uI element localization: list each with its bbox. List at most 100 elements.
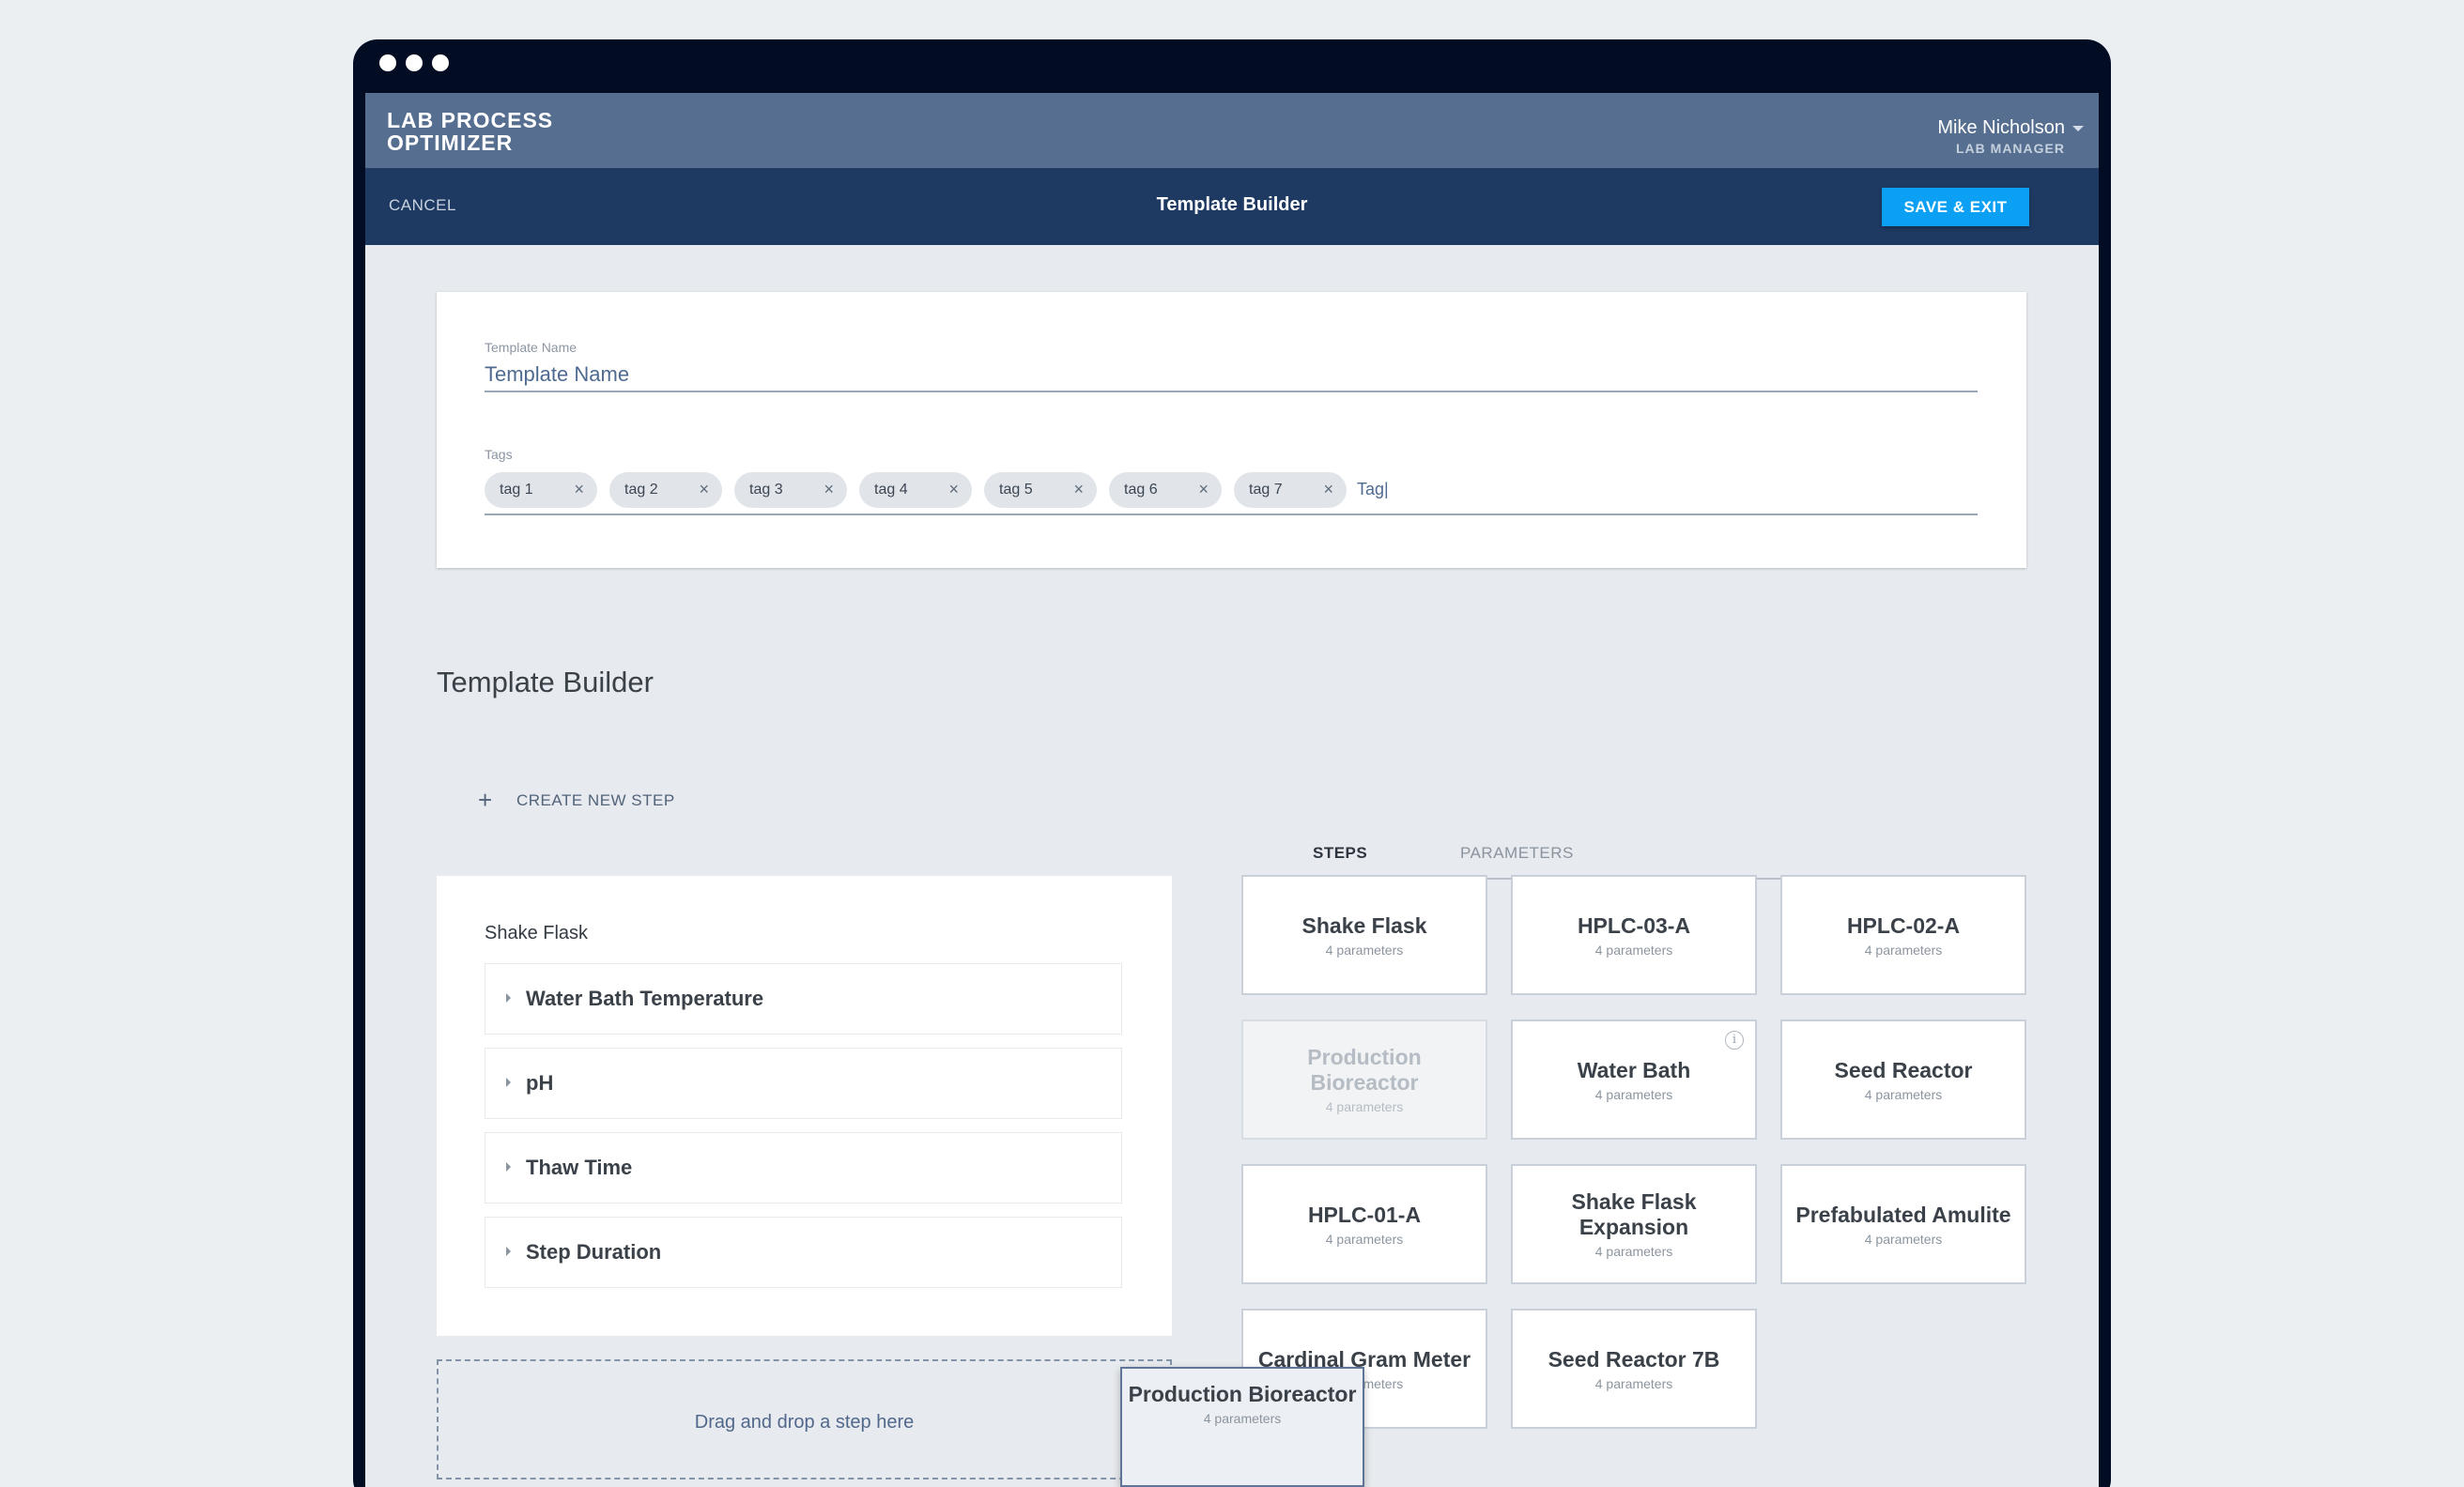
top-bar: LAB PROCESS OPTIMIZER Mike Nicholson LAB… bbox=[365, 93, 2099, 168]
tag-label: tag 7 bbox=[1249, 482, 1283, 498]
library-tabs: STEPS PARAMETERS bbox=[1241, 823, 2026, 880]
tag-label: tag 3 bbox=[749, 482, 783, 498]
card-title: Production Bioreactor bbox=[1307, 1045, 1422, 1095]
library-step-card[interactable]: Seed Reactor 4 parameters bbox=[1780, 1019, 2026, 1140]
card-subtitle: 4 parameters bbox=[1864, 943, 1943, 958]
parameter-row[interactable]: Water Bath Temperature bbox=[485, 963, 1122, 1035]
app-logo[interactable]: LAB PROCESS OPTIMIZER bbox=[387, 109, 553, 154]
card-title: HPLC-01-A bbox=[1307, 1203, 1422, 1227]
close-icon[interactable]: × bbox=[948, 480, 959, 499]
user-name: Mike Nicholson bbox=[1937, 117, 2065, 138]
tags-label: Tags bbox=[485, 447, 513, 462]
card-title: Shake Flask Expansion bbox=[1571, 1189, 1697, 1239]
chevron-down-icon[interactable] bbox=[2072, 126, 2084, 131]
tag-label: tag 4 bbox=[874, 482, 908, 498]
step-title: Shake Flask bbox=[485, 923, 589, 943]
tag-label: tag 5 bbox=[999, 482, 1033, 498]
caret-right-icon bbox=[506, 1078, 511, 1087]
parameter-label: Thaw Time bbox=[526, 1156, 633, 1179]
template-name-label: Template Name bbox=[485, 340, 578, 355]
close-icon[interactable]: × bbox=[574, 480, 584, 499]
card-title: Shake Flask bbox=[1301, 913, 1427, 938]
tag-chip[interactable]: tag 6 × bbox=[1109, 472, 1222, 508]
library-step-card[interactable]: Shake Flask 4 parameters bbox=[1241, 875, 1487, 995]
card-subtitle: 4 parameters bbox=[1864, 1232, 1943, 1247]
close-icon[interactable]: × bbox=[824, 480, 834, 499]
card-subtitle: 4 parameters bbox=[1325, 1232, 1404, 1247]
card-subtitle: 4 parameters bbox=[1594, 1376, 1673, 1391]
library-step-card[interactable]: Water Bath 4 parameters i bbox=[1511, 1019, 1757, 1140]
card-subtitle: 4 parameters bbox=[1594, 1244, 1673, 1259]
card-subtitle: 4 parameters bbox=[1325, 1099, 1404, 1114]
card-subtitle: 4 parameters bbox=[1594, 1087, 1673, 1102]
info-icon[interactable]: i bbox=[1725, 1031, 1744, 1050]
app-root: LAB PROCESS OPTIMIZER Mike Nicholson LAB… bbox=[365, 93, 2099, 1487]
dragged-step-card[interactable]: Production Bioreactor 4 parameters bbox=[1120, 1367, 1364, 1487]
card-subtitle: 4 parameters bbox=[1325, 943, 1404, 958]
tag-chip[interactable]: tag 4 × bbox=[859, 472, 972, 508]
tab-parameters[interactable]: PARAMETERS bbox=[1460, 844, 1574, 863]
tag-label: tag 1 bbox=[500, 482, 533, 498]
card-title: HPLC-03-A bbox=[1577, 913, 1691, 938]
tag-input[interactable] bbox=[1357, 480, 1545, 499]
window-dot-icon[interactable] bbox=[432, 54, 449, 71]
page-title: Template Builder bbox=[1156, 194, 1308, 215]
parameter-label: Water Bath Temperature bbox=[526, 987, 764, 1010]
toolbar: CANCEL Template Builder SAVE & EXIT bbox=[365, 168, 2099, 245]
tag-chip[interactable]: tag 3 × bbox=[734, 472, 847, 508]
close-icon[interactable]: × bbox=[699, 480, 709, 499]
dragged-card-subtitle: 4 parameters bbox=[1203, 1411, 1282, 1426]
user-menu[interactable]: Mike Nicholson LAB MANAGER bbox=[1937, 117, 2084, 156]
library-step-card[interactable]: Prefabulated Amulite 4 parameters bbox=[1780, 1164, 2026, 1284]
card-title: Seed Reactor bbox=[1834, 1058, 1973, 1082]
template-name-input[interactable] bbox=[485, 359, 1978, 392]
builder-title: Template Builder bbox=[437, 666, 654, 698]
template-form: Template Name Tags tag 1×tag 2×tag 3×tag… bbox=[437, 292, 2026, 568]
parameter-row[interactable]: Thaw Time bbox=[485, 1132, 1122, 1203]
library-step-card[interactable]: Seed Reactor 7B 4 parameters bbox=[1511, 1309, 1757, 1429]
caret-right-icon bbox=[506, 993, 511, 1003]
dragged-card-title: Production Bioreactor bbox=[1128, 1382, 1357, 1406]
close-icon[interactable]: × bbox=[1323, 480, 1333, 499]
user-role: LAB MANAGER bbox=[1956, 141, 2065, 156]
save-exit-button[interactable]: SAVE & EXIT bbox=[1882, 188, 2029, 226]
window-dot-icon[interactable] bbox=[406, 54, 423, 71]
parameter-row[interactable]: pH bbox=[485, 1048, 1122, 1119]
close-icon[interactable]: × bbox=[1073, 480, 1084, 499]
tag-chip[interactable]: tag 2 × bbox=[609, 472, 722, 508]
tags-field[interactable]: tag 1 × tag 2 × tag 3 × tag 4 × tag 5 × tag 6 × tag … bbox=[485, 472, 1978, 515]
window-dot-icon[interactable] bbox=[379, 54, 396, 71]
tag-chip[interactable]: tag 7 × bbox=[1234, 472, 1347, 508]
parameter-label: Step Duration bbox=[526, 1240, 662, 1264]
card-subtitle: 4 parameters bbox=[1594, 943, 1673, 958]
parameter-label: pH bbox=[526, 1071, 554, 1095]
logo-line2: OPTIMIZER bbox=[387, 130, 514, 155]
caret-right-icon bbox=[506, 1247, 511, 1256]
dropzone-text: Drag and drop a step here bbox=[694, 1412, 915, 1433]
library-step-card[interactable]: Shake Flask Expansion 4 parameters bbox=[1511, 1164, 1757, 1284]
plus-icon: + bbox=[478, 786, 493, 814]
library-step-card[interactable]: HPLC-03-A 4 parameters bbox=[1511, 875, 1757, 995]
card-subtitle: 4 parameters bbox=[1864, 1087, 1943, 1102]
close-icon[interactable]: × bbox=[1198, 480, 1209, 499]
tag-label: tag 2 bbox=[624, 482, 658, 498]
create-step-label: CREATE NEW STEP bbox=[516, 791, 675, 809]
tab-steps[interactable]: STEPS bbox=[1313, 844, 1367, 863]
card-title: Water Bath bbox=[1577, 1058, 1691, 1082]
browser-window: LAB PROCESS OPTIMIZER Mike Nicholson LAB… bbox=[353, 39, 2111, 1487]
library-step-card: Production Bioreactor 4 parameters bbox=[1241, 1019, 1487, 1140]
tag-chip[interactable]: tag 1 × bbox=[485, 472, 597, 508]
step-dropzone[interactable]: Drag and drop a step here bbox=[437, 1359, 1172, 1479]
create-new-step-button[interactable]: + CREATE NEW STEP bbox=[478, 786, 675, 814]
parameter-row[interactable]: Step Duration bbox=[485, 1217, 1122, 1288]
tag-chip[interactable]: tag 5 × bbox=[984, 472, 1097, 508]
library-step-card[interactable]: HPLC-02-A 4 parameters bbox=[1780, 875, 2026, 995]
tag-label: tag 6 bbox=[1124, 482, 1158, 498]
caret-right-icon bbox=[506, 1162, 511, 1172]
card-title: Prefabulated Amulite bbox=[1795, 1203, 2011, 1227]
card-title: Seed Reactor 7B bbox=[1548, 1347, 1720, 1372]
step-card: Shake Flask Water Bath Temperature pH Th… bbox=[437, 876, 1172, 1336]
logo-line1: LAB PROCESS bbox=[387, 108, 554, 132]
library-step-card[interactable]: HPLC-01-A 4 parameters bbox=[1241, 1164, 1487, 1284]
card-title: HPLC-02-A bbox=[1846, 913, 1961, 938]
